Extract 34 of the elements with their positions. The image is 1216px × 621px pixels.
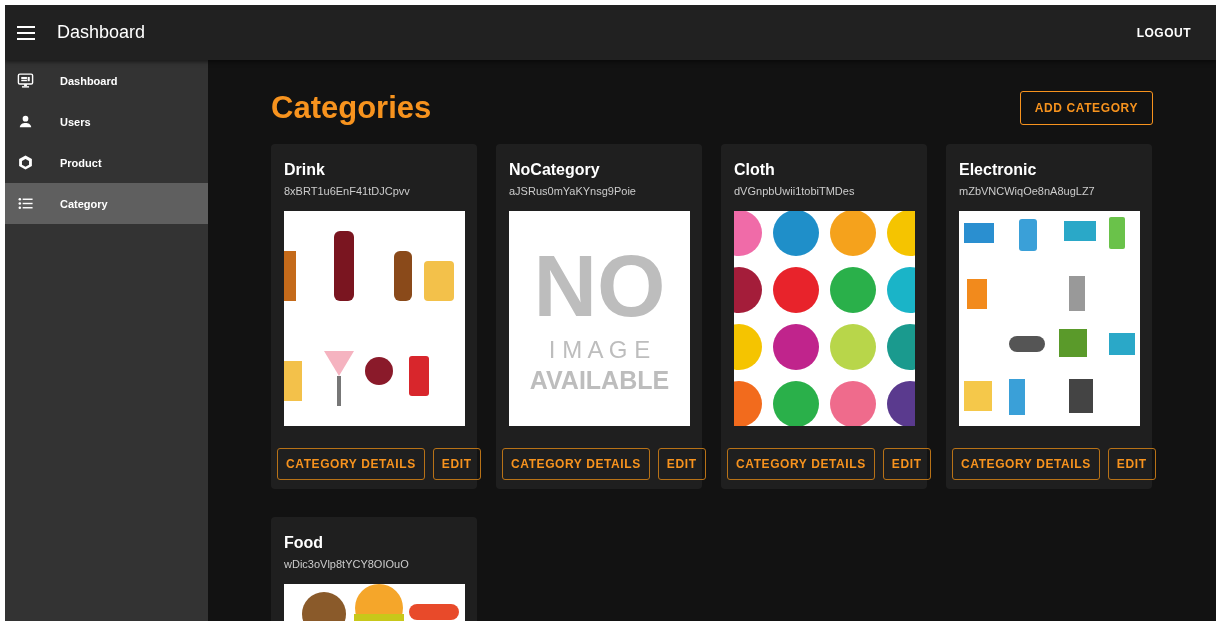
placeholder-text: I M A G E (548, 336, 651, 364)
app-title: Dashboard (57, 22, 147, 43)
monitor-icon (17, 72, 34, 89)
edit-button[interactable]: EDIT (432, 448, 481, 480)
sidebar-item[interactable]: Product (5, 142, 208, 183)
category-id: mZbVNCWiqOe8nA8ugLZ7 (959, 185, 1096, 197)
sidebar-item[interactable]: Category (5, 183, 208, 224)
box-icon (17, 154, 34, 171)
category-id: aJSRus0mYaKYnsg9Poie (509, 185, 637, 197)
category-name: Electronic (959, 161, 1038, 179)
add-category-button[interactable]: ADD CATEGORY (1019, 91, 1153, 125)
category-id: wDic3oVlp8tYCY8OIOuO (284, 558, 410, 570)
category-name: Cloth (734, 161, 776, 179)
edit-button[interactable]: EDIT (1107, 448, 1156, 480)
sidebar-item[interactable]: Users (5, 101, 208, 142)
category-id: 8xBRT1u6EnF41tDJCpvv (284, 185, 411, 197)
category-name: Drink (284, 161, 326, 179)
menu-icon[interactable] (17, 25, 35, 40)
page-title: Categories (271, 90, 432, 126)
list-icon (17, 195, 34, 212)
details-button[interactable]: CATEGORY DETAILS (952, 448, 1100, 480)
logout-button[interactable]: LOGOUT (1136, 19, 1191, 46)
edit-button[interactable]: EDIT (882, 448, 931, 480)
person-icon (17, 113, 34, 130)
placeholder-text: NO (533, 242, 666, 330)
edit-button[interactable]: EDIT (657, 448, 706, 480)
details-button[interactable]: CATEGORY DETAILS (277, 448, 425, 480)
placeholder-text: AVAILABLE (529, 366, 670, 395)
category-name: NoCategory (509, 161, 601, 179)
details-button[interactable]: CATEGORY DETAILS (502, 448, 650, 480)
category-name: Food (284, 534, 325, 552)
sidebar-item[interactable]: Dashboard (5, 60, 208, 101)
details-button[interactable]: CATEGORY DETAILS (727, 448, 875, 480)
category-id: dVGnpbUwii1tobiTMDes (734, 185, 856, 197)
